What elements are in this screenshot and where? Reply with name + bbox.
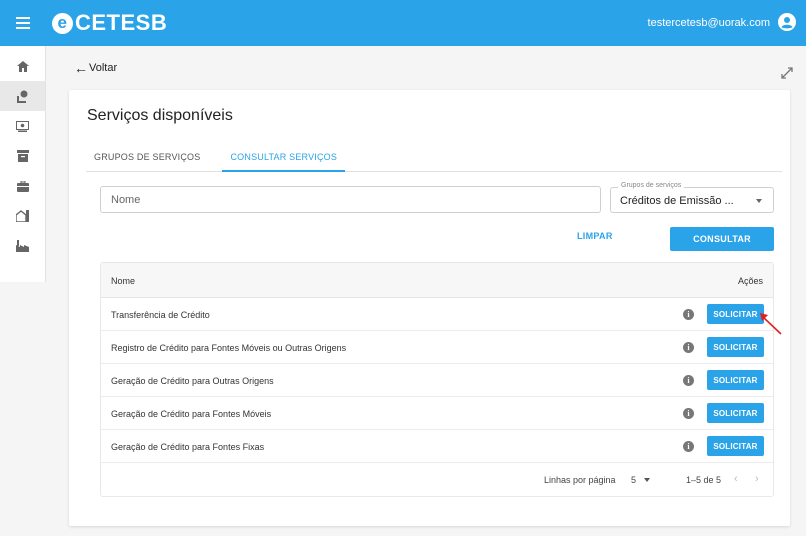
account-circle-icon[interactable] [778, 13, 796, 31]
briefcase-icon [16, 180, 29, 192]
rows-per-page-select[interactable]: 5 [631, 475, 636, 485]
info-icon[interactable]: i [683, 309, 694, 320]
services-table: Nome Ações Transferência de Crédito i SO… [100, 262, 774, 497]
table-row: Geração de Crédito para Fontes Fixas i S… [101, 430, 773, 463]
service-name: Registro de Crédito para Fontes Móveis o… [111, 343, 347, 353]
request-button[interactable]: SOLICITAR [707, 304, 764, 324]
brand-mark: e [52, 12, 73, 34]
info-icon[interactable]: i [683, 375, 694, 386]
user-email[interactable]: testercetesb@uorak.com [648, 0, 770, 46]
table-row: Registro de Crédito para Fontes Móveis o… [101, 331, 773, 364]
sidebar-item-briefcase[interactable] [0, 171, 45, 201]
sidebar-item-archive[interactable] [0, 141, 45, 171]
sidebar-item-house[interactable] [0, 201, 45, 231]
clear-button[interactable]: LIMPAR [577, 231, 613, 241]
app-bar: e CETESB testercetesb@uorak.com [0, 0, 806, 46]
service-group-label: Grupos de serviços [618, 182, 685, 189]
brand-logo[interactable]: e CETESB [52, 10, 167, 36]
tabs: GRUPOS DE SERVIÇOS CONSULTAR SERVIÇOS [86, 144, 782, 172]
request-button[interactable]: SOLICITAR [707, 403, 764, 423]
service-name: Geração de Crédito para Fontes Fixas [111, 442, 265, 452]
page-range: 1–5 de 5 [686, 475, 722, 485]
menu-button[interactable] [0, 0, 46, 46]
table-row: Transferência de Crédito i SOLICITAR [101, 298, 773, 331]
service-name: Geração de Crédito para Fontes Móveis [111, 409, 272, 419]
request-button[interactable]: SOLICITAR [707, 337, 764, 357]
chevron-down-icon[interactable] [644, 478, 650, 482]
request-button[interactable]: SOLICITAR [707, 370, 764, 390]
table-header: Nome Ações [101, 263, 773, 298]
services-card: Serviços disponíveis GRUPOS DE SERVIÇOS … [69, 90, 790, 526]
sidebar-item-industry[interactable] [0, 231, 45, 261]
info-icon[interactable]: i [683, 342, 694, 353]
table-row: Geração de Crédito para Fontes Móveis i … [101, 397, 773, 430]
column-header-name: Nome [111, 276, 136, 286]
search-button[interactable]: CONSULTAR [670, 227, 774, 251]
factory-icon [16, 240, 29, 252]
sidebar-item-cards[interactable] [0, 111, 45, 141]
back-link[interactable]: ← Voltar [74, 60, 117, 76]
person-pin-icon [17, 90, 28, 103]
table-row: Geração de Crédito para Outras Origens i… [101, 364, 773, 397]
sidebar [0, 46, 46, 282]
chevron-left-icon[interactable]: ‹ [734, 473, 738, 485]
back-label: Voltar [89, 62, 118, 74]
request-button[interactable]: SOLICITAR [707, 436, 764, 456]
chevron-down-icon [756, 199, 762, 203]
arrow-left-icon: ← [74, 60, 88, 76]
annotation-arrow-icon [760, 313, 782, 335]
chevron-right-icon[interactable]: › [755, 473, 759, 485]
rows-per-page-label: Linhas por página [544, 475, 616, 485]
name-field[interactable] [100, 186, 601, 213]
home-icon [16, 60, 29, 72]
info-icon[interactable]: i [683, 441, 694, 452]
info-icon[interactable]: i [683, 408, 694, 419]
sidebar-item-home[interactable] [0, 51, 45, 81]
service-group-select[interactable]: Grupos de serviços Créditos de Emissão .… [610, 182, 774, 213]
hamburger-icon [16, 17, 30, 29]
table-pagination: Linhas por página 5 1–5 de 5 ‹ › [101, 463, 773, 496]
archive-icon [16, 150, 29, 162]
house-icon [16, 210, 29, 222]
sidebar-item-services[interactable] [0, 81, 45, 111]
card-icon [16, 120, 29, 132]
service-name: Transferência de Crédito [111, 310, 210, 320]
tab-service-groups[interactable]: GRUPOS DE SERVIÇOS [86, 144, 208, 172]
name-input[interactable] [101, 187, 600, 212]
brand-name: CETESB [75, 10, 168, 35]
page-title: Serviços disponíveis [87, 107, 233, 124]
service-group-value: Créditos de Emissão ... [620, 195, 734, 207]
column-header-actions: Ações [737, 276, 763, 286]
service-name: Geração de Crédito para Outras Origens [111, 376, 274, 386]
expand-icon[interactable] [780, 66, 794, 80]
tab-consult-services[interactable]: CONSULTAR SERVIÇOS [222, 144, 346, 172]
